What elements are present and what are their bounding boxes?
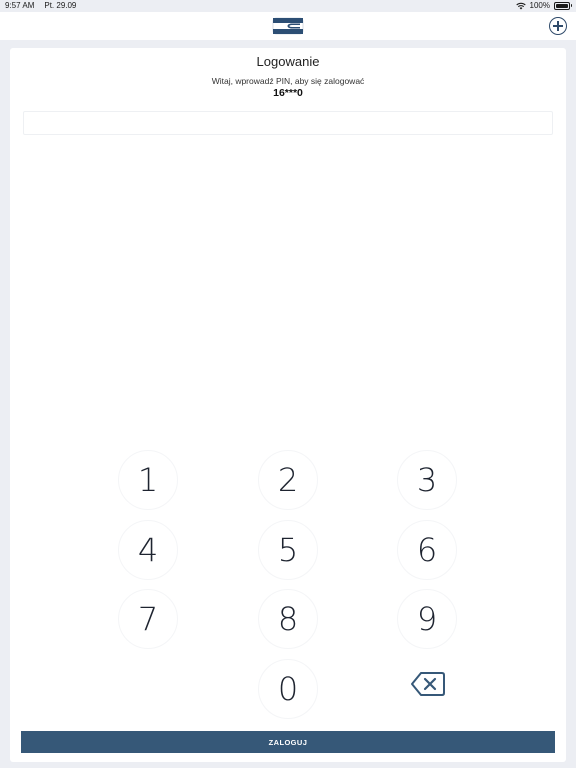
backspace-icon[interactable] bbox=[410, 669, 446, 699]
key-6[interactable]: 6 bbox=[397, 520, 457, 580]
wifi-icon bbox=[515, 2, 526, 9]
key-4[interactable]: 4 bbox=[118, 520, 178, 580]
key-8[interactable]: 8 bbox=[258, 589, 318, 649]
page-title: Logowanie bbox=[256, 54, 320, 69]
add-account-button[interactable] bbox=[549, 17, 567, 35]
key-1[interactable]: 1 bbox=[118, 450, 178, 510]
status-bar: 9:57 AM Pt. 29.09 100% bbox=[0, 0, 576, 12]
masked-user-id: 16***0 bbox=[273, 87, 303, 99]
login-button[interactable]: ZALOGUJ bbox=[21, 731, 555, 753]
bank-logo bbox=[272, 17, 304, 35]
key-0[interactable]: 0 bbox=[258, 659, 318, 719]
battery-icon bbox=[554, 1, 572, 10]
welcome-message: Witaj, wprowadź PIN, aby się zalogować bbox=[211, 76, 365, 86]
key-3[interactable]: 3 bbox=[397, 450, 457, 510]
nav-bar bbox=[0, 12, 576, 40]
key-5[interactable]: 5 bbox=[258, 520, 318, 580]
status-time: 9:57 AM bbox=[5, 1, 35, 10]
battery-percent: 100% bbox=[529, 1, 550, 10]
pin-input[interactable] bbox=[23, 111, 553, 135]
key-2[interactable]: 2 bbox=[258, 450, 318, 510]
key-7[interactable]: 7 bbox=[118, 589, 178, 649]
login-card: Logowanie Witaj, wprowadź PIN, aby się z… bbox=[10, 48, 566, 762]
key-9[interactable]: 9 bbox=[397, 589, 457, 649]
status-date: Pt. 29.09 bbox=[44, 1, 77, 10]
